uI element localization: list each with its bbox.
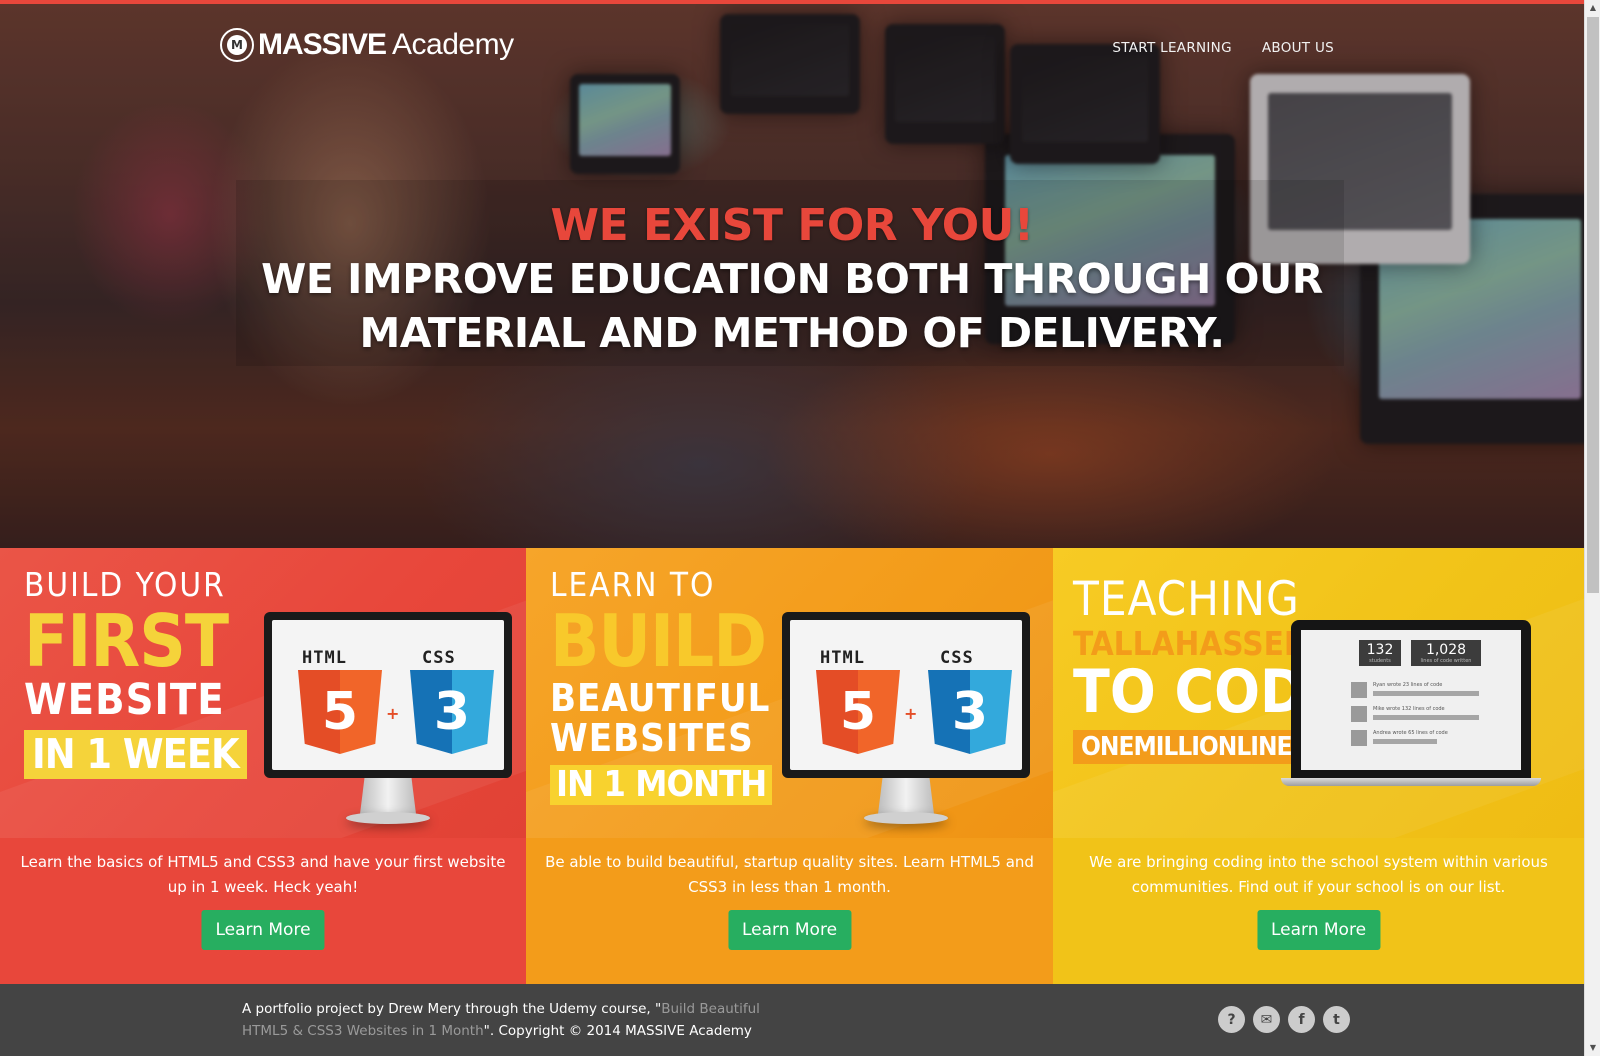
course-banner: BUILD YOUR FIRST WEBSITE IN 1 WEEK HTML … — [0, 548, 526, 838]
emblem-letter: M — [227, 35, 247, 55]
banner-line: WEBSITE — [24, 675, 225, 725]
feature-card-first-website: BUILD YOUR FIRST WEBSITE IN 1 WEEK HTML … — [0, 548, 526, 984]
banner-line: BEAUTIFUL — [550, 676, 771, 720]
css3-shield-icon: 3 — [928, 670, 1012, 754]
learn-more-button[interactable]: Learn More — [727, 910, 852, 950]
banner-duration-badge: IN 1 MONTH — [550, 765, 773, 805]
activity-feed: Ryan wrote 23 lines of code Mike wrote 1… — [1351, 682, 1479, 754]
question-icon[interactable]: ? — [1218, 1006, 1245, 1033]
logo-text-strong: MASSIVE — [258, 28, 387, 61]
students-stat: 132 students — [1359, 640, 1401, 666]
monitor-illustration: HTML CSS 5 + 3 — [782, 612, 1030, 832]
footer-text: A portfolio project by Drew Mery through… — [242, 1001, 662, 1017]
nav-start-learning[interactable]: START LEARNING — [1112, 40, 1231, 56]
footer-text: ". Copyright © 2014 MASSIVE Academy — [483, 1023, 752, 1039]
nav-links: START LEARNING ABOUT US — [1112, 40, 1334, 56]
learn-more-button[interactable]: Learn More — [201, 910, 325, 950]
html-label: HTML — [302, 648, 347, 668]
avatar-icon — [1351, 682, 1367, 698]
hero-subtitle-line: WE IMPROVE EDUCATION BOTH THROUGH OUR — [261, 255, 1323, 303]
feature-description: Be able to build beautiful, startup qual… — [545, 853, 1034, 896]
social-icons: ? ✉ f t — [1218, 1006, 1350, 1033]
course-banner: TEACHING TALLAHASSEE TO CODE ONEMILLIONL… — [1053, 548, 1584, 838]
footer: A portfolio project by Drew Mery through… — [0, 984, 1584, 1056]
banner-line: FIRST — [24, 599, 229, 683]
avatar-icon — [1351, 730, 1367, 746]
list-item: Ryan wrote 23 lines of code — [1351, 682, 1479, 698]
css-label: CSS — [422, 648, 456, 668]
html5-shield-icon: 5 — [298, 670, 382, 754]
feature-description: We are bringing coding into the school s… — [1089, 853, 1548, 896]
navbar: M MASSIVE Academy START LEARNING ABOUT U… — [0, 4, 1584, 94]
footer-credits: A portfolio project by Drew Mery through… — [242, 998, 782, 1042]
monitor-illustration: HTML CSS 5 + 3 — [264, 612, 512, 832]
css-label: CSS — [940, 648, 974, 668]
banner-line: BUILD — [550, 599, 767, 683]
site-logo[interactable]: M MASSIVE Academy — [220, 28, 514, 62]
facebook-icon[interactable]: f — [1288, 1006, 1315, 1033]
feature-card-teaching-tallahassee: TEACHING TALLAHASSEE TO CODE ONEMILLIONL… — [1053, 548, 1584, 984]
hero-title: WE EXIST FOR YOU! — [550, 200, 1034, 251]
list-item: Mike wrote 132 lines of code — [1351, 706, 1479, 722]
course-banner: LEARN TO BUILD BEAUTIFUL WEBSITES IN 1 M… — [526, 548, 1053, 838]
envelope-icon[interactable]: ✉ — [1253, 1006, 1280, 1033]
laptop-illustration: 132 students 1,028 lines of code written R… — [1281, 620, 1541, 790]
nav-about-us[interactable]: ABOUT US — [1262, 40, 1334, 56]
scroll-down-arrow-icon[interactable]: ▼ — [1585, 1040, 1600, 1056]
learn-more-button[interactable]: Learn More — [1256, 910, 1381, 950]
hero-subtitle-line: MATERIAL AND METHOD OF DELIVERY. — [359, 309, 1225, 357]
css3-shield-icon: 3 — [410, 670, 494, 754]
banner-line: BUILD YOUR — [24, 565, 226, 604]
scroll-up-arrow-icon[interactable]: ▲ — [1585, 0, 1600, 16]
banner-line: LEARN TO — [550, 565, 716, 604]
hero-section: M MASSIVE Academy START LEARNING ABOUT U… — [0, 4, 1584, 548]
banner-duration-badge: IN 1 WEEK — [24, 730, 247, 779]
html5-shield-icon: 5 — [816, 670, 900, 754]
logo-text-light: Academy — [392, 28, 514, 61]
feature-description: Learn the basics of HTML5 and CSS3 and h… — [20, 853, 506, 896]
feature-card-beautiful-websites: LEARN TO BUILD BEAUTIFUL WEBSITES IN 1 M… — [526, 548, 1053, 984]
avatar-icon — [1351, 706, 1367, 722]
plus-icon: + — [904, 704, 918, 723]
twitter-icon[interactable]: t — [1323, 1006, 1350, 1033]
list-item: Andrea wrote 65 lines of code — [1351, 730, 1479, 746]
banner-line: WEBSITES — [550, 716, 754, 760]
academy-emblem-icon: M — [220, 28, 254, 62]
lines-stat: 1,028 lines of code written — [1411, 640, 1481, 666]
features-section: BUILD YOUR FIRST WEBSITE IN 1 WEEK HTML … — [0, 548, 1584, 984]
banner-headline: LEARN TO BUILD BEAUTIFUL WEBSITES IN 1 M… — [550, 565, 773, 805]
hero-subtitle: WE IMPROVE EDUCATION BOTH THROUGH OUR MA… — [0, 252, 1584, 360]
plus-icon: + — [386, 704, 400, 723]
scroll-thumb[interactable] — [1587, 17, 1599, 593]
html-label: HTML — [820, 648, 865, 668]
banner-line: TEACHING — [1073, 572, 1300, 627]
banner-headline: BUILD YOUR FIRST WEBSITE IN 1 WEEK — [24, 568, 247, 779]
vertical-scrollbar[interactable]: ▲ ▼ — [1584, 0, 1600, 1056]
